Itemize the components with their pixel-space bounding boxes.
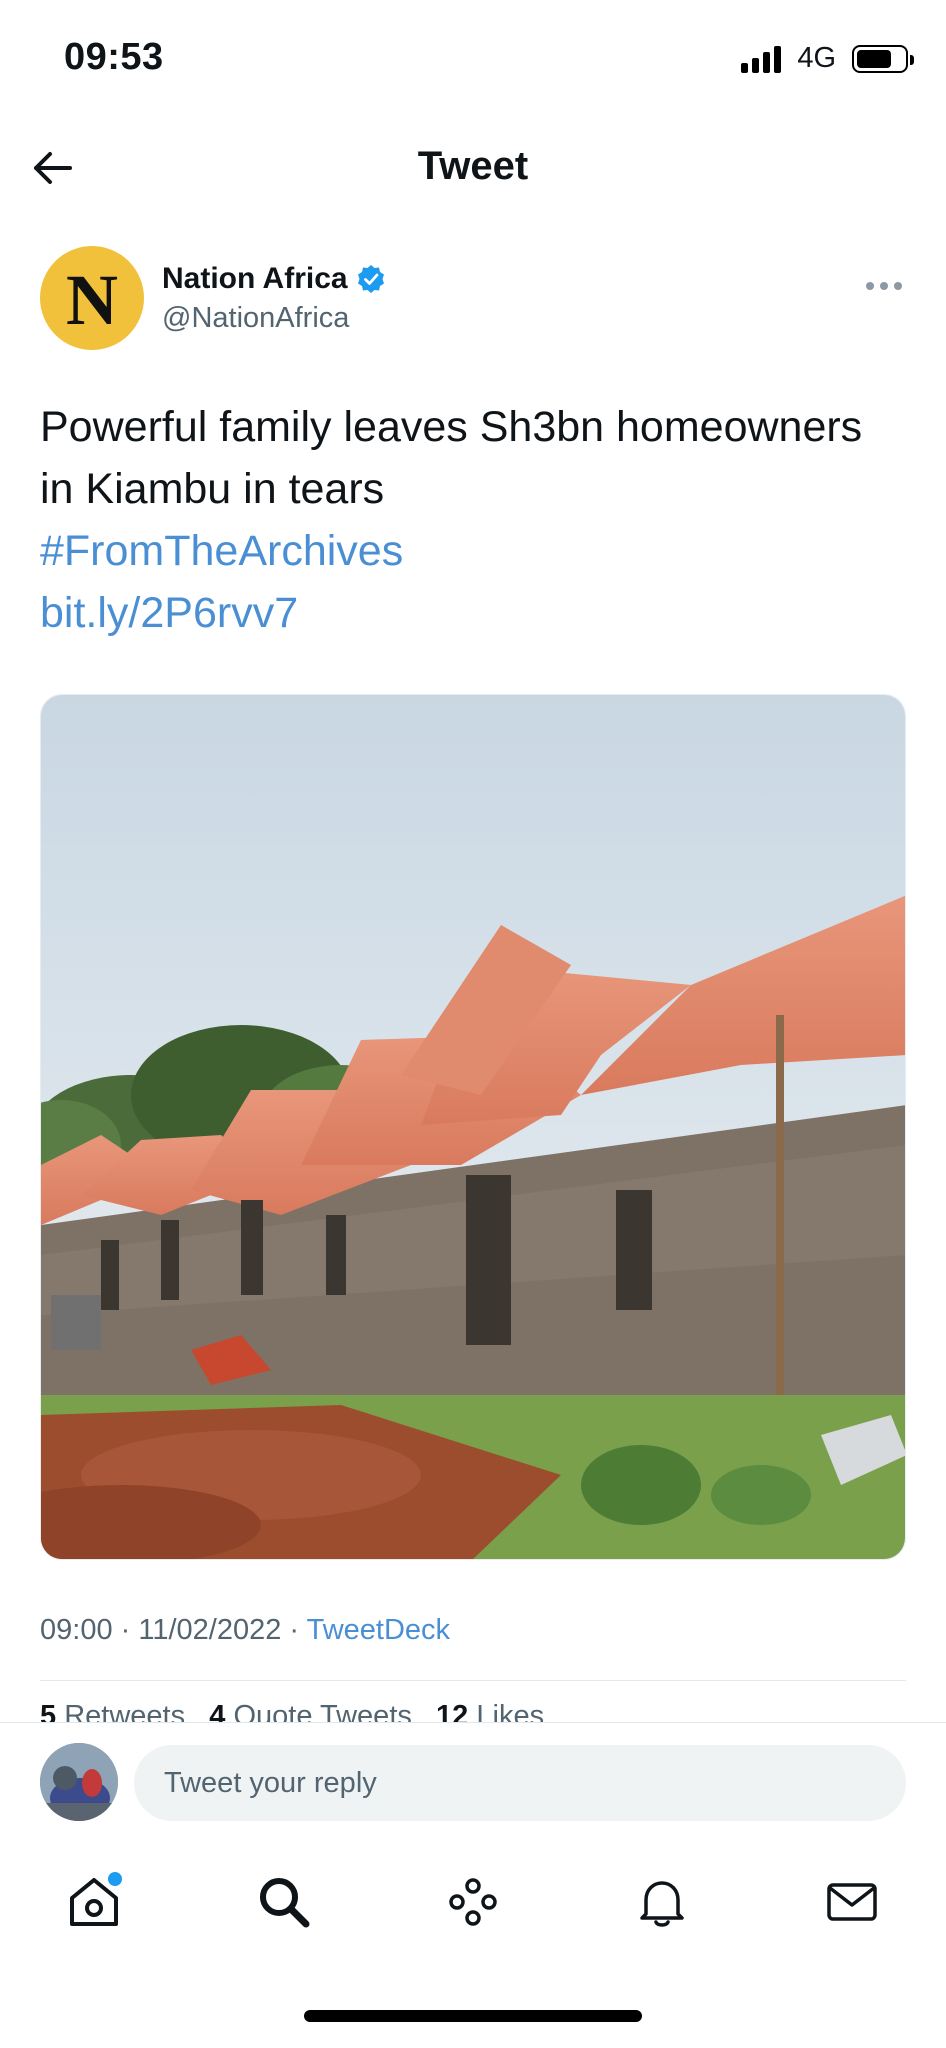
home-indicator[interactable] bbox=[304, 2010, 642, 2022]
more-options-icon[interactable] bbox=[866, 276, 906, 296]
page-title: Tweet bbox=[417, 144, 529, 188]
tweet-stats: 5 Retweets 4 Quote Tweets 12 Likes bbox=[40, 1700, 544, 1722]
status-bar: 09:53 4G bbox=[0, 0, 946, 120]
nav-header: Tweet bbox=[0, 120, 946, 216]
user-avatar[interactable] bbox=[40, 1743, 118, 1821]
divider bbox=[40, 1680, 906, 1681]
url-link[interactable]: bit.ly/2P6rvv7 bbox=[40, 582, 920, 644]
author-handle[interactable]: @NationAfrica bbox=[162, 302, 349, 335]
author-name[interactable]: Nation Africa bbox=[162, 262, 348, 296]
network-type: 4G bbox=[797, 42, 836, 74]
signal-icon bbox=[741, 45, 782, 73]
tweet-meta: 09:00 · 11/02/2022 · TweetDeck bbox=[40, 1614, 451, 1646]
tweet-date: 11/02/2022 bbox=[138, 1614, 282, 1646]
reply-bar bbox=[0, 1722, 946, 1842]
bottom-tab-bar bbox=[0, 1842, 946, 1962]
tweet-source-link[interactable]: TweetDeck bbox=[307, 1614, 450, 1646]
notifications-icon[interactable] bbox=[630, 1870, 694, 1934]
verified-badge-icon bbox=[357, 265, 384, 293]
likes-count[interactable]: 12 bbox=[436, 1700, 468, 1722]
tweet-text-line: Powerful family leaves Sh3bn homeowners bbox=[40, 403, 863, 451]
author-avatar[interactable]: N bbox=[40, 246, 144, 350]
reply-input[interactable] bbox=[134, 1745, 906, 1821]
status-time: 09:53 bbox=[64, 36, 164, 78]
home-icon[interactable] bbox=[62, 1870, 126, 1934]
battery-icon bbox=[852, 44, 914, 73]
quote-tweets-count[interactable]: 4 bbox=[209, 1700, 225, 1722]
author-name-row: Nation Africa bbox=[162, 262, 386, 296]
search-icon[interactable] bbox=[252, 1870, 316, 1934]
retweets-count[interactable]: 5 bbox=[40, 1700, 56, 1722]
status-indicators: 4G bbox=[741, 42, 914, 75]
tweet-author: N Nation Africa @NationAfrica bbox=[40, 246, 906, 356]
tweet-image[interactable] bbox=[40, 694, 906, 1560]
tweet-text-line: in Kiambu in tears bbox=[40, 465, 385, 513]
messages-icon[interactable] bbox=[820, 1870, 884, 1934]
avatar-letter: N bbox=[66, 260, 118, 340]
spaces-icon[interactable] bbox=[441, 1870, 505, 1934]
notification-dot bbox=[108, 1872, 122, 1886]
tweet-time: 09:00 bbox=[40, 1614, 113, 1646]
tweet-text: Powerful family leaves Sh3bn homeowners … bbox=[40, 396, 920, 644]
hashtag-link[interactable]: #FromTheArchives bbox=[40, 520, 920, 582]
